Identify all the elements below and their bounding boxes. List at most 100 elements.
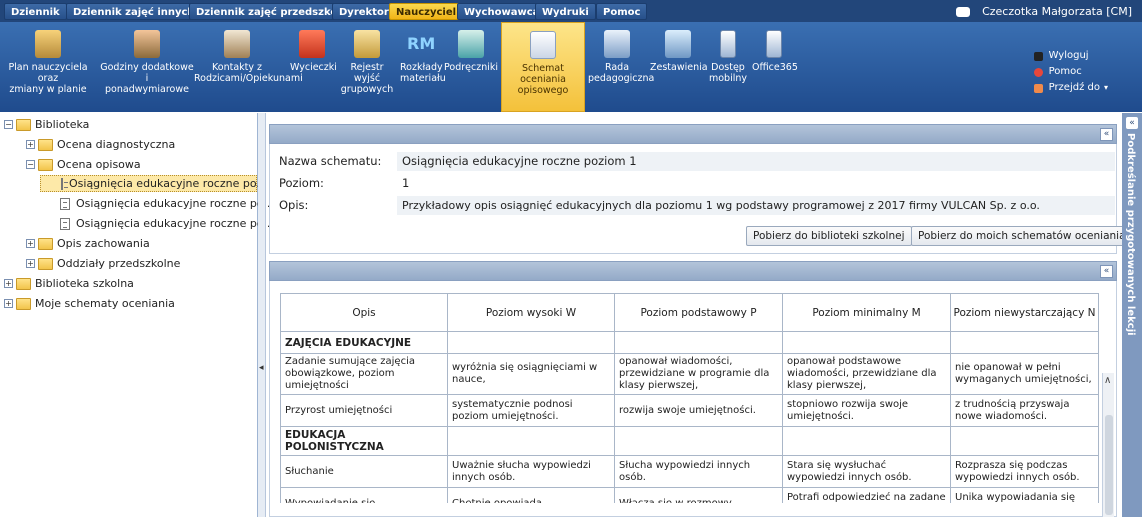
module-toolbar: Plan nauczyciela oraz zmiany w planie Go… — [0, 22, 1142, 112]
tree-node-moje-schematy[interactable]: + Moje schematy oceniania — [4, 295, 175, 312]
table-section-row: ZAJĘCIA EDUKACYJNE — [280, 331, 1099, 354]
document-icon — [60, 197, 70, 210]
collapse-icon[interactable]: − — [4, 120, 13, 129]
logout-link[interactable]: Wyloguj — [1033, 48, 1108, 64]
tab-dziennik[interactable]: Dziennik — [4, 3, 67, 20]
download-to-my-schemas-button[interactable]: Pobierz do moich schematów oceniania — [911, 226, 1133, 246]
tool-rozklady-materialu[interactable]: RM Rozkłady materiału — [400, 22, 446, 112]
folder-icon — [38, 257, 53, 270]
tool-wycieczki[interactable]: Wycieczki — [290, 22, 337, 112]
teacher-plan-icon — [35, 30, 61, 58]
top-menu: Dziennik Dziennik zajęć innych Dziennik … — [0, 0, 1142, 22]
scroll-thumb[interactable] — [1105, 415, 1113, 515]
folder-icon — [38, 138, 53, 151]
table-row[interactable]: Wypowiadanie się Chętnie opowiada, Włącz… — [280, 487, 1099, 503]
collapse-panel-icon[interactable]: « — [1100, 265, 1113, 278]
folder-icon — [16, 277, 31, 290]
tool-dostep-mobilny[interactable]: Dostęp mobilny — [708, 22, 748, 112]
col-header-podstawowy[interactable]: Poziom podstawowy P — [614, 293, 783, 332]
col-header-minimalny[interactable]: Poziom minimalny M — [782, 293, 951, 332]
messages-icon[interactable] — [956, 7, 971, 17]
schema-name-row: Nazwa schematu: Osiągnięcia edukacyjne r… — [279, 152, 1115, 171]
tab-wydruki[interactable]: Wydruki — [535, 3, 596, 20]
library-tree: − Biblioteka + Ocena diagnostyczna − Ocena … — [0, 113, 274, 517]
expand-icon[interactable]: + — [26, 259, 35, 268]
collapse-icon[interactable]: − — [26, 160, 35, 169]
schema-level-value: 1 — [397, 174, 1115, 193]
col-header-niewystarczajacy[interactable]: Poziom niewystarczający N — [950, 293, 1099, 332]
right-panel-title: Podkreślanie przygotowanych lekcji — [1125, 133, 1136, 336]
tree-node-schemat-3[interactable]: Osiągnięcia edukacyjne roczne po... — [60, 215, 274, 232]
tree-node-opis-zachowania[interactable]: + Opis zachowania — [26, 235, 150, 252]
folder-icon — [38, 237, 53, 250]
tree-node-biblioteka-szkolna[interactable]: + Biblioteka szkolna — [4, 275, 134, 292]
descriptive-grading-icon — [530, 31, 556, 59]
table-row[interactable]: Zadanie sumujące zajęcia obowiązkowe, po… — [280, 353, 1099, 395]
tab-dziennik-zajec-przedszkola[interactable]: Dziennik zajęć przedszkola — [189, 3, 355, 20]
document-icon — [60, 217, 70, 230]
tool-office365[interactable]: Office365 — [752, 22, 798, 112]
grading-table: Opis Poziom wysoki W Poziom podstawowy P… — [280, 293, 1099, 503]
logout-icon — [1033, 51, 1043, 61]
table-row[interactable]: Słuchanie Uważnie słucha wypowiedzi inny… — [280, 455, 1099, 488]
grid-panel: Opis Poziom wysoki W Poziom podstawowy P… — [269, 281, 1117, 517]
table-header-row: Opis Poziom wysoki W Poziom podstawowy P… — [280, 293, 1099, 332]
document-icon — [61, 177, 68, 190]
tool-rejestr-wyjsc[interactable]: Rejestr wyjść grupowych — [338, 22, 396, 112]
goto-link[interactable]: Przejdź do ▾ — [1033, 80, 1108, 96]
tree-node-biblioteka[interactable]: − Biblioteka — [4, 116, 89, 133]
tool-podreczniki[interactable]: Podręczniki — [444, 22, 498, 112]
expand-panel-icon[interactable]: « — [1126, 117, 1138, 129]
tool-kontakty[interactable]: Kontakty z Rodzicami/Opiekunami — [194, 22, 303, 112]
tree-splitter[interactable]: ◂ — [258, 113, 266, 517]
reports-icon — [665, 30, 691, 58]
tab-dyrektor[interactable]: Dyrektor — [332, 3, 396, 20]
tab-wychowawca[interactable]: Wychowawca — [457, 3, 547, 20]
tool-plan-nauczyciela[interactable]: Plan nauczyciela oraz zmiany w planie — [0, 22, 96, 112]
tool-rada-pedagogiczna[interactable]: Rada pedagogiczna — [588, 22, 654, 112]
expand-icon[interactable]: + — [26, 239, 35, 248]
table-section-row: EDUKACJA POLONISTYCZNA — [280, 426, 1099, 456]
home-icon — [1033, 83, 1043, 93]
expand-icon[interactable]: + — [4, 279, 13, 288]
download-to-school-library-button[interactable]: Pobierz do biblioteki szkolnej — [746, 226, 912, 246]
group-exits-icon — [354, 30, 380, 58]
help-link[interactable]: Pomoc — [1033, 64, 1108, 80]
collapse-left-icon[interactable]: ◂ — [259, 363, 264, 373]
schema-name-label: Nazwa schematu: — [279, 154, 382, 168]
tree-node-schemat-2[interactable]: Osiągnięcia edukacyjne roczne po... — [60, 195, 274, 212]
col-header-opis[interactable]: Opis — [280, 293, 448, 332]
tab-nauczyciel[interactable]: Nauczyciel — [389, 3, 464, 20]
tab-dziennik-zajec-innych[interactable]: Dziennik zajęć innych — [66, 3, 202, 20]
tree-node-oddzialy[interactable]: + Oddziały przedszkolne — [26, 255, 180, 272]
tool-zestawienia[interactable]: Zestawienia — [650, 22, 708, 112]
tree-node-ocena-diagnostyczna[interactable]: + Ocena diagnostyczna — [26, 136, 175, 153]
col-header-wysoki[interactable]: Poziom wysoki W — [447, 293, 615, 332]
table-row[interactable]: Przyrost umiejętności systematycznie pod… — [280, 394, 1099, 427]
schema-level-label: Poziom: — [279, 176, 324, 190]
folder-icon — [16, 297, 31, 310]
schema-desc-value: Przykładowy opis osiągnięć edukacyjnych … — [397, 196, 1115, 215]
expand-icon[interactable]: + — [26, 140, 35, 149]
user-info[interactable]: Czeczotka Małgorzata [CM] — [956, 3, 1132, 20]
textbooks-icon — [458, 30, 484, 58]
schema-name-value: Osiągnięcia edukacyjne roczne poziom 1 — [397, 152, 1115, 171]
expand-icon[interactable]: + — [4, 299, 13, 308]
details-panel-header: « — [269, 124, 1117, 144]
tree-node-ocena-opisowa[interactable]: − Ocena opisowa — [26, 156, 141, 173]
tool-schemat-oceniania[interactable]: Schemat oceniania opisowego — [501, 22, 585, 112]
extra-hours-icon — [134, 30, 160, 58]
table-scrollbar[interactable]: ∧ — [1102, 373, 1114, 517]
right-collapsed-panel[interactable]: « Podkreślanie przygotowanych lekcji — [1122, 113, 1142, 517]
collapse-panel-icon[interactable]: « — [1100, 128, 1113, 141]
schema-desc-label: Opis: — [279, 198, 309, 212]
help-icon — [1033, 67, 1043, 77]
mobile-access-icon — [720, 30, 736, 58]
grading-table-wrap: Opis Poziom wysoki W Poziom podstawowy P… — [280, 293, 1100, 503]
schema-desc-row: Opis: Przykładowy opis osiągnięć edukacy… — [279, 196, 1115, 215]
tree-node-schemat-1[interactable]: Osiągnięcia edukacyjne roczne po... — [40, 175, 267, 192]
tab-pomoc[interactable]: Pomoc — [596, 3, 648, 20]
tool-godziny-dodatkowe[interactable]: Godziny dodatkowe i ponadwymiarowe — [100, 22, 194, 112]
scroll-up-icon[interactable]: ∧ — [1104, 375, 1111, 386]
rm-curriculum-icon: RM — [407, 34, 436, 53]
